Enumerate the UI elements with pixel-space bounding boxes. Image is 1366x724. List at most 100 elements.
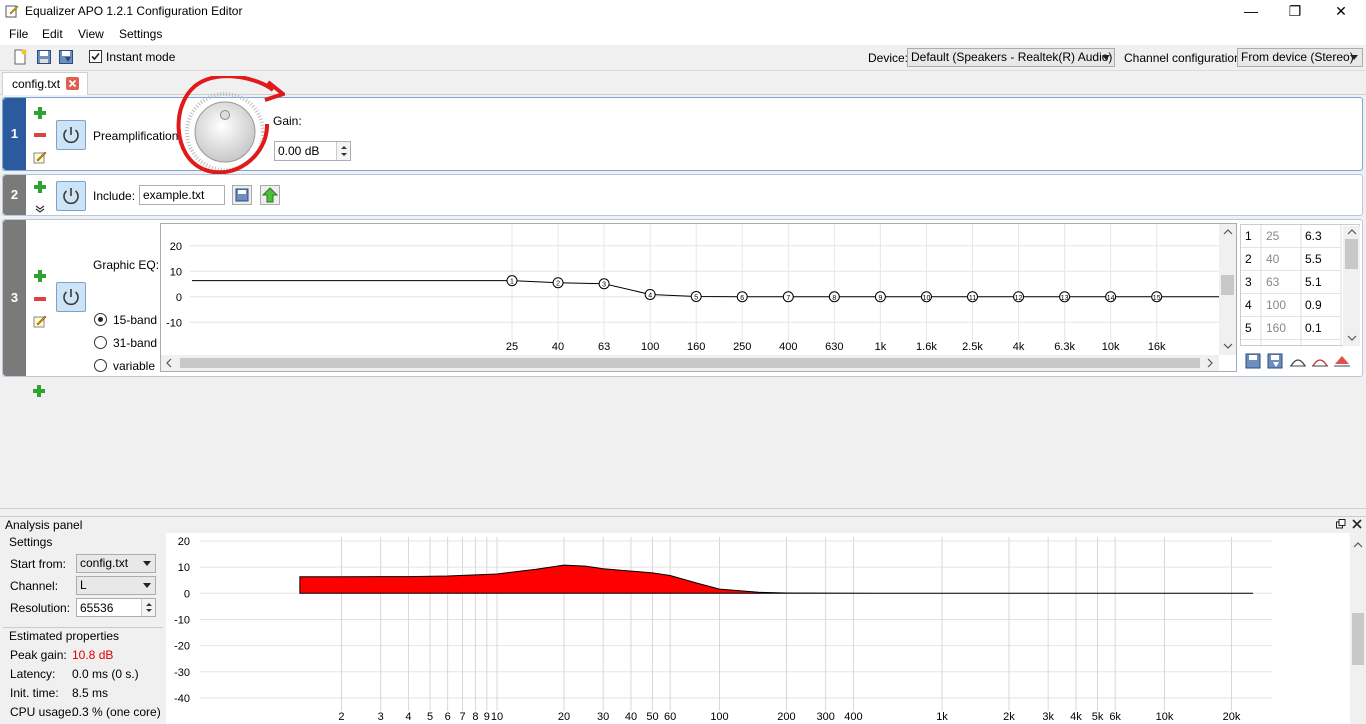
preamp-gain-knob[interactable]	[173, 76, 285, 176]
minimize-button[interactable]: —	[1228, 0, 1274, 23]
analysis-frequency-chart[interactable]: 20100-10-20-30-40 2 3 4 5 6 7 8 9 10 20 30 40 50 60 10…	[166, 533, 1366, 724]
close-panel-icon[interactable]	[1352, 519, 1362, 529]
eq-band-node[interactable]: 11	[967, 291, 978, 303]
mode-31-band-radio[interactable]	[94, 336, 107, 349]
x-tick-label: 2	[338, 711, 344, 723]
power-toggle-button[interactable]	[56, 181, 86, 211]
power-icon	[63, 188, 79, 205]
resolution-spinner[interactable]	[141, 599, 155, 616]
gain-spinner[interactable]	[336, 142, 350, 160]
band-table-row[interactable]: 5 160 0.1	[1241, 317, 1341, 340]
eq-band-node[interactable]: 4	[644, 288, 656, 300]
x-tick-label: 200	[777, 711, 795, 723]
eq-band-node[interactable]: 15	[1151, 291, 1163, 303]
power-toggle-button[interactable]	[56, 282, 86, 312]
close-tab-icon[interactable]	[66, 77, 79, 90]
close-window-button[interactable]: ✕	[1318, 0, 1364, 23]
invert-curve-icon[interactable]	[1312, 359, 1328, 367]
power-toggle-button[interactable]	[56, 120, 86, 150]
eq-band-node[interactable]: 2	[552, 277, 564, 289]
expand-chevron-icon[interactable]	[35, 205, 45, 213]
scrollbar-thumb[interactable]	[1352, 613, 1364, 665]
band-table[interactable]: 1 25 6.3 2 40 5.5 3 63 5.1 4 100 0.9 5 160 0.1	[1240, 224, 1360, 347]
mode-15-band-radio[interactable]	[94, 313, 107, 326]
new-file-icon[interactable]	[12, 49, 28, 65]
eq-band-node[interactable]: 5	[690, 290, 702, 302]
band-gain[interactable]: 0.9	[1305, 298, 1322, 312]
remove-filter-icon[interactable]	[34, 297, 46, 301]
graphic-eq-plot[interactable]: 20100-10 25 40 63 100 160 250 400 630 1k 1.6k 2.5k…	[160, 223, 1237, 372]
eq-band-node[interactable]: 14	[1105, 291, 1117, 303]
x-tick-label: 50	[646, 711, 658, 723]
resolution-input[interactable]: 65536	[76, 598, 156, 617]
channel-config-select[interactable]: From device (Stereo)	[1237, 48, 1363, 67]
remove-filter-icon[interactable]	[34, 133, 46, 137]
eq-band-node[interactable]: 8	[828, 291, 840, 303]
x-tick-label: 20	[558, 711, 570, 723]
maximize-button[interactable]: ❐	[1272, 0, 1318, 23]
instant-mode-label: Instant mode	[106, 50, 176, 64]
band-table-row[interactable]: 2 40 5.5	[1241, 248, 1341, 271]
scrollbar-thumb[interactable]	[1345, 239, 1358, 269]
menu-view[interactable]: View	[78, 27, 104, 41]
svg-text:12: 12	[1015, 295, 1023, 302]
reset-curve-icon[interactable]	[1334, 356, 1350, 367]
device-select[interactable]: Default (Speakers - Realtek(R) Audio)	[907, 48, 1115, 67]
smooth-curve-icon[interactable]	[1290, 359, 1306, 367]
add-filter-icon[interactable]	[34, 107, 46, 119]
y-tick-label: 20	[178, 536, 190, 548]
menu-bar: File Edit View Settings	[0, 23, 1366, 45]
add-filter-icon[interactable]	[33, 385, 45, 397]
svg-text:2: 2	[556, 281, 560, 288]
x-tick-label: 40	[552, 341, 564, 353]
instant-mode-checkbox[interactable]	[89, 50, 102, 63]
save-as-icon[interactable]	[1267, 353, 1283, 369]
analysis-panel-header: Analysis panel	[0, 516, 1366, 532]
save-icon[interactable]	[1245, 353, 1261, 369]
edit-icon[interactable]	[33, 150, 47, 164]
eq-band-node[interactable]: 9	[874, 291, 886, 303]
include-file-value: example.txt	[143, 188, 205, 202]
channel-value: L	[80, 578, 87, 592]
band-gain[interactable]: 5.1	[1305, 275, 1322, 289]
eq-band-node[interactable]: 6	[736, 291, 748, 303]
start-from-select[interactable]: config.txt	[76, 554, 156, 573]
eq-band-node[interactable]: 12	[1013, 291, 1025, 303]
gain-input[interactable]: 0.00 dB	[274, 141, 351, 161]
save-icon[interactable]	[36, 49, 52, 65]
channel-select[interactable]: L	[76, 576, 156, 595]
mode-variable-radio[interactable]	[94, 359, 107, 372]
band-number: 3	[1245, 275, 1252, 289]
scrollbar-thumb[interactable]	[180, 358, 1200, 368]
x-tick-label: 100	[641, 341, 659, 353]
scrollbar-thumb[interactable]	[1221, 275, 1234, 295]
x-tick-label: 4k	[1070, 711, 1082, 723]
tab-config[interactable]: config.txt	[2, 72, 88, 95]
menu-file[interactable]: File	[9, 27, 28, 41]
menu-edit[interactable]: Edit	[42, 27, 63, 41]
x-tick-label: 1k	[875, 341, 887, 353]
eq-band-node[interactable]: 10	[920, 291, 932, 303]
band-table-row[interactable]: 3 63 5.1	[1241, 271, 1341, 294]
chevron-down-icon	[1350, 55, 1358, 60]
band-gain[interactable]: 6.3	[1305, 229, 1322, 243]
eq-band-node[interactable]: 3	[598, 278, 610, 290]
save-as-icon[interactable]	[58, 49, 74, 65]
band-gain[interactable]: 5.5	[1305, 252, 1322, 266]
band-table-row[interactable]: 4 100 0.9	[1241, 294, 1341, 317]
open-file-icon[interactable]	[232, 185, 252, 205]
undock-icon[interactable]	[1336, 519, 1346, 529]
add-filter-icon[interactable]	[34, 181, 46, 193]
edit-icon[interactable]	[33, 314, 47, 328]
band-gain[interactable]: 0.1	[1305, 321, 1322, 335]
eq-band-node[interactable]: 7	[782, 291, 794, 303]
eq-band-node[interactable]: 13	[1059, 291, 1071, 303]
x-tick-label: 63	[598, 341, 610, 353]
eq-band-node[interactable]: 1	[506, 275, 518, 287]
menu-settings[interactable]: Settings	[119, 27, 162, 41]
include-file-input[interactable]: example.txt	[139, 185, 225, 205]
upload-arrow-icon[interactable]	[260, 185, 280, 205]
add-filter-icon[interactable]	[34, 270, 46, 282]
x-tick-label: 1k	[936, 711, 948, 723]
band-table-row[interactable]: 1 25 6.3	[1241, 225, 1341, 248]
